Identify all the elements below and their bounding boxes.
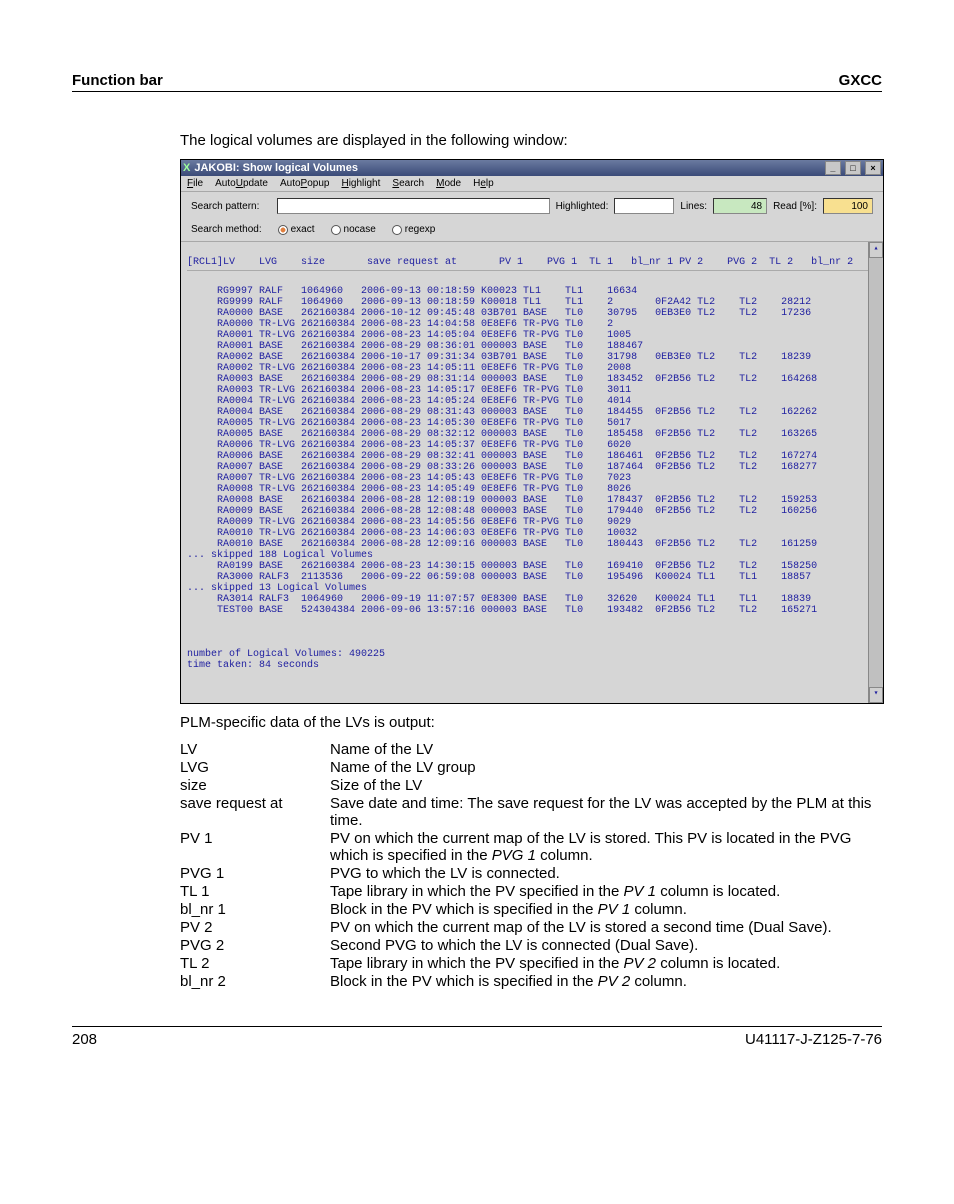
read-label: Read [%]: — [773, 201, 817, 212]
definition-row: bl_nr 2Block in the PV which is specifie… — [180, 973, 882, 990]
definition-row: LVGName of the LV group — [180, 759, 882, 776]
menu-autoupdate[interactable]: AutoUpdate — [215, 178, 268, 189]
definition-value: Name of the LV group — [330, 759, 882, 776]
definition-row: TL 2Tape library in which the PV specifi… — [180, 955, 882, 972]
definition-row: PVG 2Second PVG to which the LV is conne… — [180, 937, 882, 954]
definition-term: LV — [180, 741, 330, 758]
scroll-up-icon[interactable]: ▴ — [869, 242, 883, 258]
definition-term: size — [180, 777, 330, 794]
minimize-button[interactable]: _ — [825, 161, 841, 175]
window-icon: X — [183, 162, 190, 174]
definition-term: bl_nr 1 — [180, 901, 330, 918]
definition-value: PV on which the current map of the LV is… — [330, 830, 882, 864]
listing-header: [RCL1]LV LVG size save request at PV 1 P… — [187, 257, 877, 271]
definition-row: TL 1Tape library in which the PV specifi… — [180, 883, 882, 900]
header-right: GXCC — [839, 72, 882, 89]
radio-exact[interactable]: exact — [278, 224, 315, 235]
vertical-scrollbar[interactable]: ▴ ▾ — [868, 242, 883, 703]
menu-mode[interactable]: Mode — [436, 178, 461, 189]
search-pattern-input[interactable] — [277, 198, 550, 214]
definition-value: Block in the PV which is specified in th… — [330, 973, 882, 990]
definition-list: LVName of the LVLVGName of the LV groups… — [180, 741, 882, 990]
definition-row: bl_nr 1Block in the PV which is specifie… — [180, 901, 882, 918]
definition-value: Tape library in which the PV specified i… — [330, 883, 882, 900]
definition-value: PV on which the current map of the LV is… — [330, 919, 882, 936]
page-footer: 208 U41117-J-Z125-7-76 — [72, 1026, 882, 1048]
toolbar: Search pattern: Highlighted: Lines: 48 R… — [181, 192, 883, 242]
search-method-label: Search method: — [191, 224, 262, 235]
lines-value: 48 — [713, 198, 767, 214]
definition-value: Second PVG to which the LV is connected … — [330, 937, 882, 954]
definition-row: PV 1PV on which the current map of the L… — [180, 830, 882, 864]
definition-term: PV 2 — [180, 919, 330, 936]
radio-nocase[interactable]: nocase — [331, 224, 376, 235]
definition-term: PVG 2 — [180, 937, 330, 954]
definition-value: Name of the LV — [330, 741, 882, 758]
highlighted-label: Highlighted: — [556, 201, 609, 212]
listing-body: RG9997 RALF 1064960 2006-09-13 00:18:59 … — [187, 286, 877, 627]
definition-value: Block in the PV which is specified in th… — [330, 901, 882, 918]
search-pattern-label: Search pattern: — [191, 201, 271, 212]
definition-row: PVG 1PVG to which the LV is connected. — [180, 865, 882, 882]
definition-term: PV 1 — [180, 830, 330, 864]
header-left: Function bar — [72, 72, 163, 89]
definition-term: PVG 1 — [180, 865, 330, 882]
close-button[interactable]: × — [865, 161, 881, 175]
summary-count: number of Logical Volumes: 490225 — [187, 649, 385, 660]
menu-search[interactable]: Search — [392, 178, 424, 189]
radio-regexp[interactable]: regexp — [392, 224, 436, 235]
titlebar: X JAKOBI: Show logical Volumes _ □ × — [181, 160, 883, 176]
summary-time: time taken: 84 seconds — [187, 660, 319, 671]
definition-term: TL 1 — [180, 883, 330, 900]
definition-value: Tape library in which the PV specified i… — [330, 955, 882, 972]
definition-value: PVG to which the LV is connected. — [330, 865, 882, 882]
intro-text: The logical volumes are displayed in the… — [180, 132, 882, 149]
page-number: 208 — [72, 1031, 97, 1048]
menubar: File AutoUpdate AutoPopup Highlight Sear… — [181, 176, 883, 192]
definition-term: LVG — [180, 759, 330, 776]
read-value: 100 — [823, 198, 873, 214]
definition-row: LVName of the LV — [180, 741, 882, 758]
app-window: X JAKOBI: Show logical Volumes _ □ × Fil… — [180, 159, 884, 704]
definition-value: Size of the LV — [330, 777, 882, 794]
window-title: JAKOBI: Show logical Volumes — [194, 162, 358, 174]
definition-term: bl_nr 2 — [180, 973, 330, 990]
menu-autopopup[interactable]: AutoPopup — [280, 178, 330, 189]
menu-highlight[interactable]: Highlight — [341, 178, 380, 189]
maximize-button[interactable]: □ — [845, 161, 861, 175]
definition-row: PV 2PV on which the current map of the L… — [180, 919, 882, 936]
lines-label: Lines: — [680, 201, 707, 212]
scroll-down-icon[interactable]: ▾ — [869, 687, 883, 703]
doc-id: U41117-J-Z125-7-76 — [745, 1031, 882, 1048]
caption: PLM-specific data of the LVs is output: — [180, 714, 882, 731]
highlighted-box — [614, 198, 674, 214]
menu-help[interactable]: Help — [473, 178, 494, 189]
page-header: Function bar GXCC — [72, 72, 882, 92]
data-listing: [RCL1]LV LVG size save request at PV 1 P… — [181, 242, 883, 703]
definition-row: save request atSave date and time: The s… — [180, 795, 882, 829]
definition-term: TL 2 — [180, 955, 330, 972]
definition-row: sizeSize of the LV — [180, 777, 882, 794]
definition-value: Save date and time: The save request for… — [330, 795, 882, 829]
definition-term: save request at — [180, 795, 330, 829]
menu-file[interactable]: File — [187, 178, 203, 189]
